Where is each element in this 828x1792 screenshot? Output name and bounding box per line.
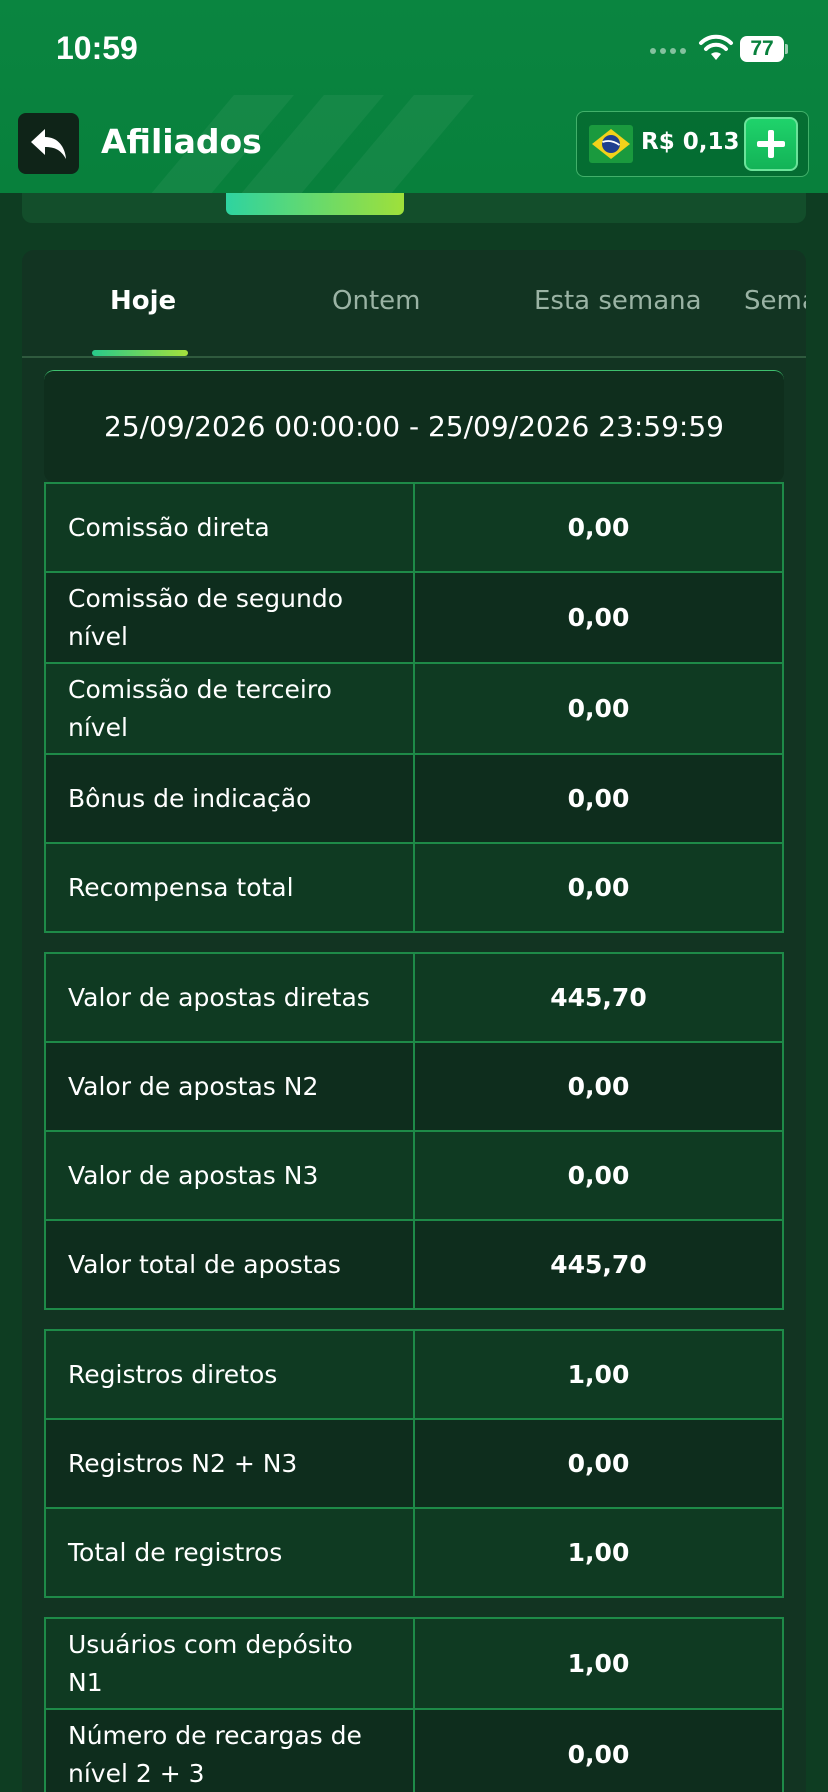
partial-card: [22, 193, 806, 223]
date-range[interactable]: 25/09/2026 00:00:00 - 25/09/2026 23:59:5…: [44, 370, 784, 482]
back-button[interactable]: [18, 113, 79, 174]
table-label: Total de registros: [44, 1507, 415, 1598]
wifi-icon: [699, 34, 733, 60]
table-label: Registros N2 + N3: [44, 1418, 415, 1509]
table-label: Valor total de apostas: [44, 1219, 415, 1310]
table-value: 0,00: [413, 1041, 784, 1132]
battery-icon: 77: [740, 36, 788, 62]
partial-card-button[interactable]: [226, 193, 404, 215]
tab-esta-semana[interactable]: Esta semana: [534, 286, 702, 316]
table-value: 1,00: [413, 1329, 784, 1420]
table-label: Valor de apostas N3: [44, 1130, 415, 1221]
page-title: Afiliados: [101, 122, 262, 161]
bets-table: Valor de apostas diretas 445,70 Valor de …: [44, 952, 784, 1310]
table-label: Recompensa total: [44, 842, 415, 933]
table-label: Valor de apostas diretas: [44, 952, 415, 1043]
table-label: Usuários com depósito N1: [44, 1617, 415, 1710]
deposits-table: Usuários com depósito N1 1,00 Número de r…: [44, 1617, 784, 1792]
table-value: 0,00: [413, 753, 784, 844]
table-value: 0,00: [413, 1418, 784, 1509]
registrations-table: Registros diretos 1,00 Registros N2 + N3 0…: [44, 1329, 784, 1598]
app-header: 10:59 77 Afiliados R$ 0,13: [0, 0, 828, 193]
tab-semana-passada[interactable]: Semana passada: [744, 286, 806, 316]
table-value: 0,00: [413, 1130, 784, 1221]
table-value: 1,00: [413, 1507, 784, 1598]
active-tab-indicator: [92, 350, 188, 356]
table-value: 0,00: [413, 662, 784, 755]
plus-icon: [757, 130, 785, 158]
table-label: Comissão de segundo nível: [44, 571, 415, 664]
brazil-flag-icon: [589, 125, 633, 163]
table-value: 445,70: [413, 952, 784, 1043]
table-value: 445,70: [413, 1219, 784, 1310]
table-value: 0,00: [413, 842, 784, 933]
signal-icon: [650, 48, 686, 54]
balance-widget[interactable]: R$ 0,13: [576, 111, 809, 177]
table-value: 0,00: [413, 571, 784, 664]
back-arrow-icon: [30, 128, 66, 159]
period-tabs: Hoje Ontem Esta semana Semana passada: [22, 250, 806, 358]
balance-amount: R$ 0,13: [641, 129, 740, 155]
stats-card: Hoje Ontem Esta semana Semana passada 25…: [22, 250, 806, 1792]
table-value: 1,00: [413, 1617, 784, 1710]
deposit-add-button[interactable]: [744, 117, 798, 171]
battery-level: 77: [740, 36, 784, 62]
table-value: 0,00: [413, 482, 784, 573]
table-label: Bônus de indicação: [44, 753, 415, 844]
table-label: Valor de apostas N2: [44, 1041, 415, 1132]
tab-hoje[interactable]: Hoje: [110, 286, 176, 316]
table-label: Registros diretos: [44, 1329, 415, 1420]
commission-table: Comissão direta 0,00 Comissão de segundo …: [44, 482, 784, 933]
table-value: 0,00: [413, 1708, 784, 1792]
table-label: Comissão de terceiro nível: [44, 662, 415, 755]
tab-ontem[interactable]: Ontem: [332, 286, 420, 316]
table-label: Número de recargas de nível 2 + 3: [44, 1708, 415, 1792]
status-time: 10:59: [56, 30, 138, 66]
table-label: Comissão direta: [44, 482, 415, 573]
